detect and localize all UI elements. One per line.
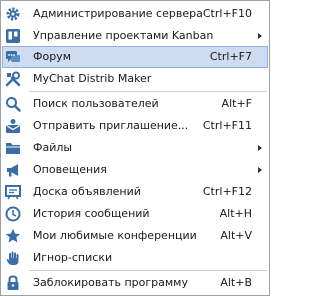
menu-item-shortcut: Alt+H bbox=[219, 207, 252, 220]
menu-item-label: Управление проектами Kanban bbox=[33, 29, 214, 42]
folder-icon bbox=[5, 140, 21, 156]
menu-item-label: Мои любимые конференции bbox=[33, 229, 197, 242]
envelope-person-icon bbox=[5, 118, 21, 134]
menu-item-board[interactable]: Доска объявлений Ctrl+F12 bbox=[2, 181, 268, 203]
menu-item-label: История сообщений bbox=[33, 207, 150, 220]
menu-item-ignore-lists[interactable]: Игнор-списки bbox=[2, 247, 268, 269]
tools-icon bbox=[5, 71, 21, 87]
menu-item-shortcut: Ctrl+F10 bbox=[202, 7, 252, 20]
menu-item-distrib-maker[interactable]: MyChat Distrib Maker bbox=[2, 68, 268, 90]
menu-item-server-admin[interactable]: Администрирование сервера Ctrl+F10 bbox=[2, 3, 268, 25]
menu-item-favorite-conferences[interactable]: Мои любимые конференции Alt+V bbox=[2, 225, 268, 247]
menu-item-shortcut: Ctrl+F12 bbox=[202, 185, 252, 198]
menu-item-shortcut: Alt+B bbox=[220, 276, 252, 289]
menu-item-label: Файлы bbox=[33, 141, 73, 154]
menu-item-send-invite[interactable]: Отправить приглашение... Ctrl+F11 bbox=[2, 115, 268, 137]
submenu-arrow-icon bbox=[258, 167, 262, 173]
menu-item-label: Доска объявлений bbox=[33, 185, 141, 198]
menu-item-label: MyChat Distrib Maker bbox=[33, 72, 152, 85]
menu-separator bbox=[29, 270, 267, 271]
hand-icon bbox=[5, 250, 21, 266]
kanban-board-icon bbox=[5, 28, 21, 44]
menu-item-notifications[interactable]: Оповещения bbox=[2, 159, 268, 181]
star-icon bbox=[5, 228, 21, 244]
menu-separator bbox=[29, 91, 267, 92]
menu-item-kanban[interactable]: Управление проектами Kanban bbox=[2, 25, 268, 47]
menu-item-message-history[interactable]: История сообщений Alt+H bbox=[2, 203, 268, 225]
submenu-arrow-icon bbox=[258, 33, 262, 39]
gear-icon bbox=[5, 6, 21, 22]
menu-item-forum[interactable]: Форум Ctrl+F7 bbox=[2, 46, 268, 68]
magnifier-icon bbox=[5, 96, 21, 112]
menu-item-search-users[interactable]: Поиск пользователей Alt+F bbox=[2, 93, 268, 115]
menu-item-label: Отправить приглашение... bbox=[33, 119, 189, 132]
tools-context-menu: Администрирование сервера Ctrl+F10 Управ… bbox=[0, 0, 270, 296]
clock-icon bbox=[5, 206, 21, 222]
menu-item-label: Администрирование сервера bbox=[33, 7, 203, 20]
menu-item-shortcut: Alt+F bbox=[221, 97, 252, 110]
menu-item-shortcut: Ctrl+F11 bbox=[202, 119, 252, 132]
menu-item-shortcut: Alt+V bbox=[220, 229, 252, 242]
menu-item-label: Игнор-списки bbox=[33, 251, 113, 264]
menu-item-lock-program[interactable]: Заблокировать программу Alt+B bbox=[2, 272, 268, 294]
board-icon bbox=[5, 184, 21, 200]
lock-icon bbox=[5, 275, 21, 291]
menu-item-files[interactable]: Файлы bbox=[2, 137, 268, 159]
menu-item-label: Форум bbox=[33, 50, 71, 63]
menu-item-shortcut: Ctrl+F7 bbox=[209, 50, 252, 63]
menu-item-label: Поиск пользователей bbox=[33, 97, 159, 110]
menu-item-label: Оповещения bbox=[33, 163, 107, 176]
megaphone-icon bbox=[5, 162, 21, 178]
forum-chat-icon bbox=[5, 49, 21, 65]
menu-item-label: Заблокировать программу bbox=[33, 276, 188, 289]
submenu-arrow-icon bbox=[258, 145, 262, 151]
